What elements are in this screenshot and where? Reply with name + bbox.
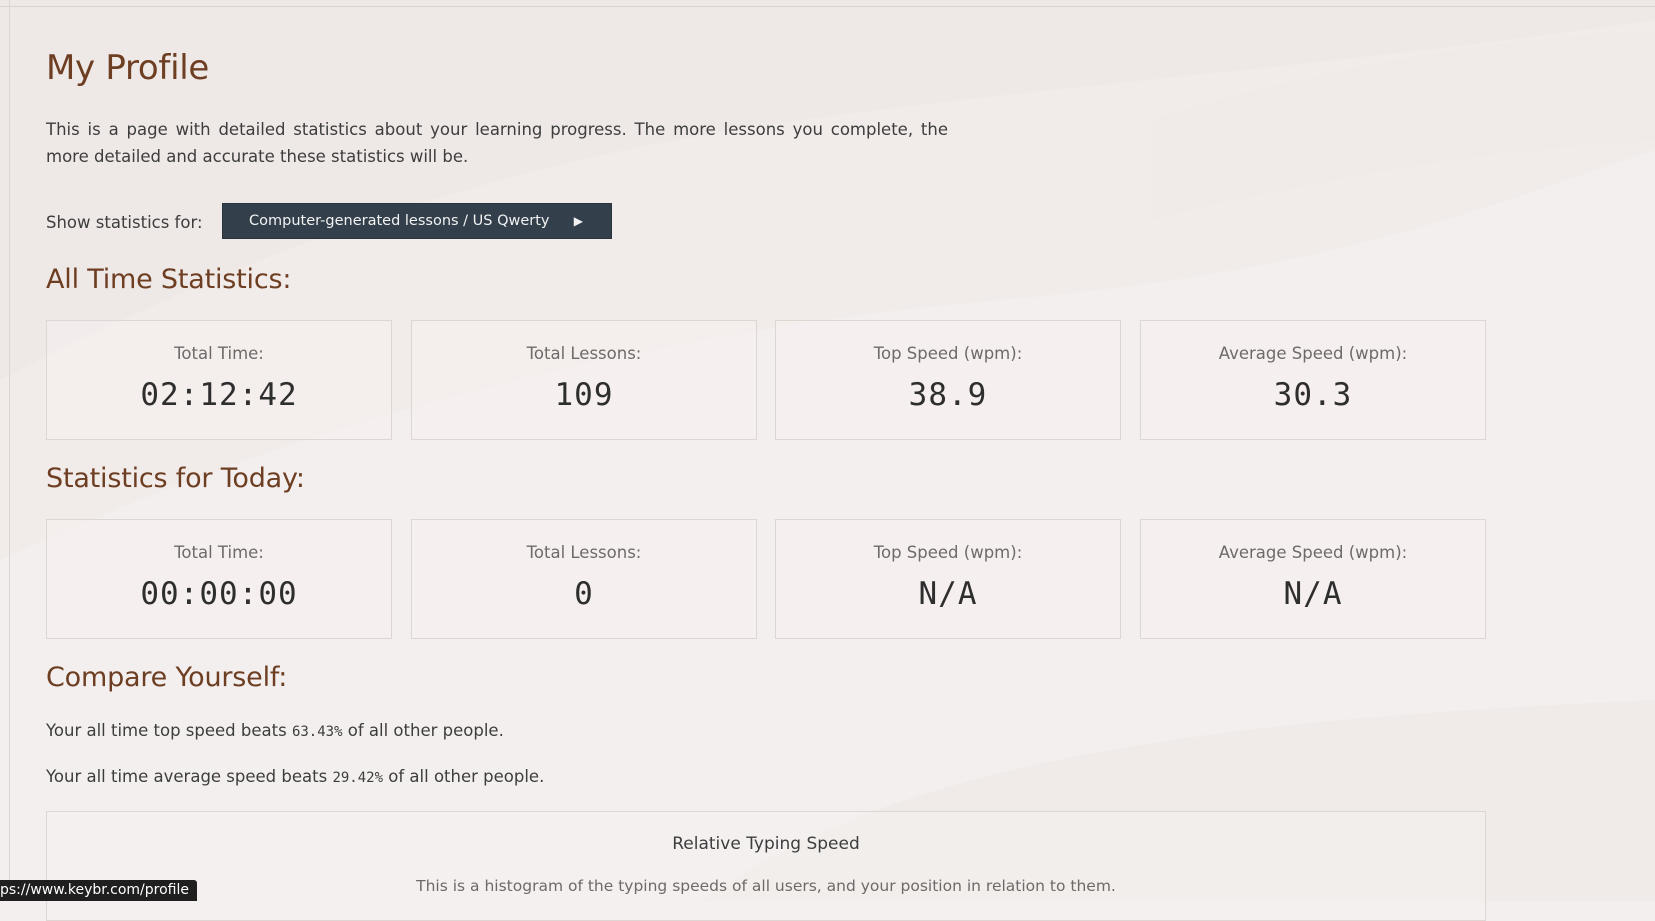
stat-card-total-time: Total Time: 00:00:00 xyxy=(46,519,392,639)
comparison-percent: 63.43% xyxy=(291,724,343,740)
top-speed-comparison: Your all time top speed beats 63.43% of … xyxy=(46,721,504,740)
triangle-right-icon: ▶ xyxy=(573,214,583,228)
stat-value: 00:00:00 xyxy=(140,576,298,612)
histogram-description: This is a histogram of the typing speeds… xyxy=(416,877,1116,895)
left-divider xyxy=(9,0,10,901)
comparison-suffix: of all other people. xyxy=(342,721,504,740)
stat-value: N/A xyxy=(918,576,978,612)
link-preview-status-bar: ps://www.keybr.com/profile xyxy=(0,880,197,901)
stat-card-total-time: Total Time: 02:12:42 xyxy=(46,320,392,440)
stat-label: Top Speed (wpm): xyxy=(873,543,1023,562)
stat-value: 30.3 xyxy=(1273,377,1353,413)
stat-value: 02:12:42 xyxy=(140,377,298,413)
stat-label: Total Lessons: xyxy=(526,344,642,363)
stat-label: Total Lessons: xyxy=(526,543,642,562)
stat-value: 0 xyxy=(574,576,594,612)
top-divider xyxy=(0,6,1655,7)
today-stats: Total Time: 00:00:00 Total Lessons: 0 To… xyxy=(46,519,1486,639)
selector-value: Computer-generated lessons / US Qwerty xyxy=(249,213,550,229)
stat-label: Top Speed (wpm): xyxy=(873,344,1023,363)
intro-text: This is a page with detailed statistics … xyxy=(46,120,948,166)
stat-label: Average Speed (wpm): xyxy=(1218,344,1408,363)
stat-card-total-lessons: Total Lessons: 109 xyxy=(411,320,757,440)
compare-heading: Compare Yourself: xyxy=(46,662,288,693)
comparison-prefix: Your all time top speed beats xyxy=(46,721,292,740)
average-speed-comparison: Your all time average speed beats 29.42%… xyxy=(46,767,544,786)
comparison-percent: 29.42% xyxy=(332,770,384,786)
page-title: My Profile xyxy=(46,48,209,88)
stat-label: Total Time: xyxy=(174,543,264,562)
stat-card-average-speed: Average Speed (wpm): 30.3 xyxy=(1140,320,1486,440)
all-time-heading: All Time Statistics: xyxy=(46,264,292,295)
stat-label: Total Time: xyxy=(174,344,264,363)
selector-label: Show statistics for: xyxy=(46,212,203,232)
stat-value: 109 xyxy=(554,377,614,413)
stat-card-top-speed: Top Speed (wpm): N/A xyxy=(775,519,1121,639)
stat-value: 38.9 xyxy=(908,377,988,413)
histogram-title: Relative Typing Speed xyxy=(672,834,860,854)
statistics-selector-row: Show statistics for: Computer-generated … xyxy=(46,203,612,240)
typing-speed-histogram-panel: Relative Typing Speed This is a histogra… xyxy=(46,811,1486,921)
stat-card-total-lessons: Total Lessons: 0 xyxy=(411,519,757,639)
comparison-prefix: Your all time average speed beats xyxy=(46,767,333,786)
stat-value: N/A xyxy=(1283,576,1343,612)
stat-card-top-speed: Top Speed (wpm): 38.9 xyxy=(775,320,1121,440)
stat-card-average-speed: Average Speed (wpm): N/A xyxy=(1140,519,1486,639)
comparison-suffix: of all other people. xyxy=(383,767,545,786)
layout-selector-button[interactable]: Computer-generated lessons / US Qwerty ▶ xyxy=(222,203,612,239)
all-time-stats: Total Time: 02:12:42 Total Lessons: 109 … xyxy=(46,320,1486,440)
stat-label: Average Speed (wpm): xyxy=(1218,543,1408,562)
today-heading: Statistics for Today: xyxy=(46,463,305,494)
